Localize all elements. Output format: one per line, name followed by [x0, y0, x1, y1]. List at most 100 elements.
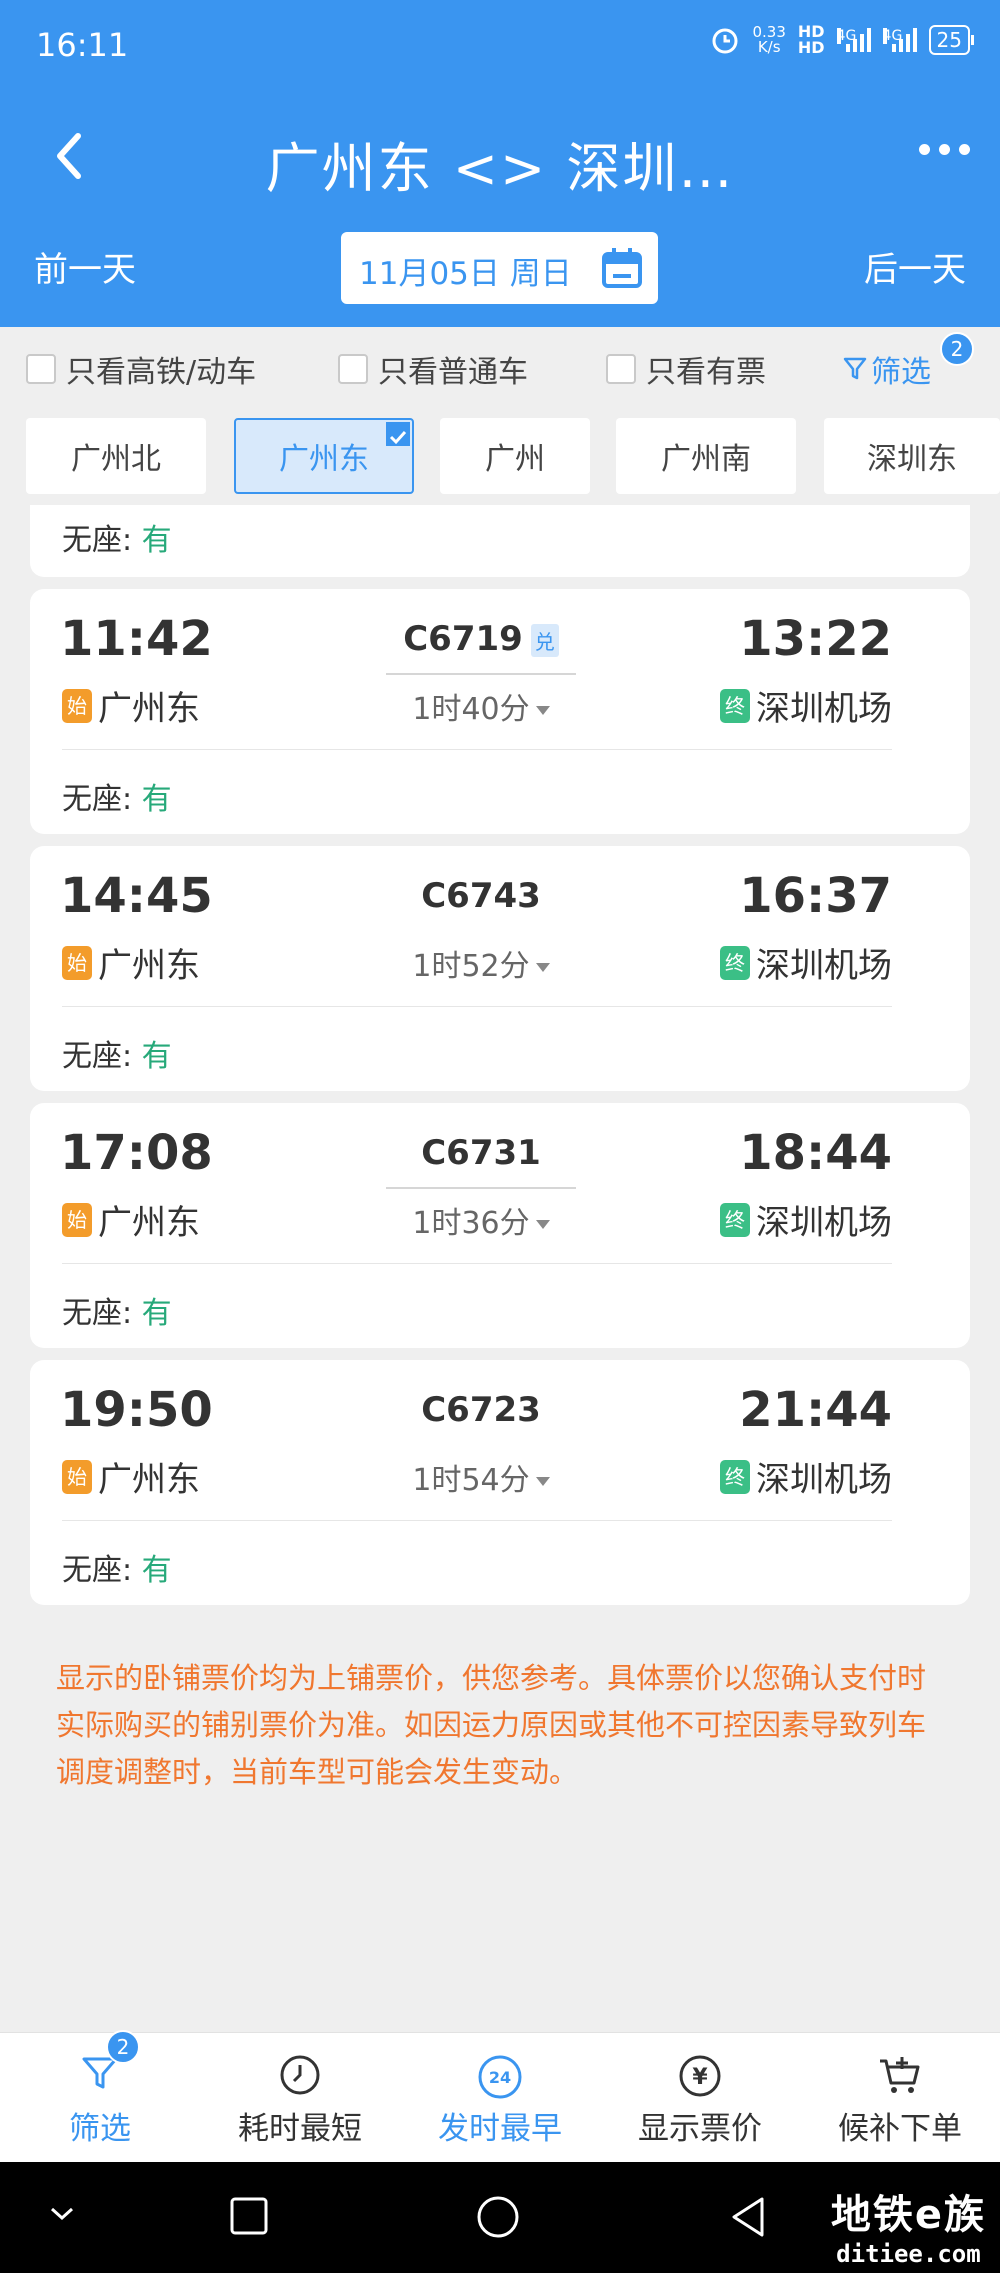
duration-text: 1时54分	[412, 1463, 530, 1498]
arrival-station-name: 深圳机场	[756, 689, 892, 729]
start-tag: 始	[62, 1202, 92, 1237]
status-time: 16:11	[36, 26, 129, 64]
end-tag: 终	[720, 1202, 750, 1237]
status-icons: 0.33 K/s HD HD 4G 4G 25	[710, 24, 975, 56]
network-type-1: 4G	[836, 28, 857, 44]
bottom-toolbar: 筛选 耗时最短 24 发时最早 ¥ 显示票价 候补下单	[0, 2032, 1000, 2163]
seat-availability: 有	[141, 523, 172, 558]
divider	[62, 1520, 892, 1521]
start-tag: 始	[62, 688, 92, 723]
departure-station: 始广州东	[62, 1195, 200, 1244]
net-speed: 0.33 K/s	[752, 25, 785, 55]
chevron-down-icon	[535, 1477, 550, 1486]
yen-text: ¥	[692, 2065, 708, 2090]
filter-count-badge: 2	[940, 332, 974, 366]
seat-row: 无座: 有	[62, 774, 172, 818]
checkbox-box[interactable]	[606, 354, 636, 384]
departure-time: 14:45	[60, 868, 213, 924]
earliest-departure-button[interactable]: 24 发时最早	[400, 2033, 600, 2163]
page-title: 广州东 <> 深圳…	[265, 137, 735, 200]
normal-train-only-checkbox[interactable]: 只看普通车	[338, 347, 528, 391]
train-card[interactable]: 19:50 始广州东 C6723 1时54分 21:44 终深圳机场 无座: 有	[30, 1360, 970, 1605]
train-number-text: C6719	[403, 619, 523, 659]
net-speed-unit: K/s	[757, 38, 781, 56]
arrival-station-name: 深圳机场	[756, 1203, 892, 1243]
seat-availability: 有	[141, 782, 172, 817]
end-tag: 终	[720, 1459, 750, 1494]
train-number[interactable]: C6743	[386, 876, 576, 916]
arrival-station: 终深圳机场	[720, 938, 892, 987]
recent-apps-icon[interactable]	[229, 2196, 269, 2236]
divider	[62, 749, 892, 750]
train-card[interactable]: 11:42 始广州东 C6719 兑 1时40分 13:22 终深圳机场 无座: …	[30, 589, 970, 834]
chevron-down-icon	[535, 963, 550, 972]
train-card-partial[interactable]: 无座: 有	[30, 505, 970, 577]
station-tab[interactable]: 广州南	[616, 418, 796, 494]
toolbar-filter-button[interactable]: 筛选	[0, 2033, 200, 2163]
network-type-2: 4G	[882, 28, 903, 44]
back-triangle-icon[interactable]	[728, 2195, 768, 2239]
header: 16:11 0.33 K/s HD HD 4G 4G 25 广州东 <> 深圳… 前…	[0, 0, 1000, 327]
checkbox-box[interactable]	[26, 354, 56, 384]
station-tab[interactable]: 广州北	[26, 418, 206, 494]
filter-row: 只看高铁/动车 只看普通车 只看有票 筛选	[0, 327, 1000, 407]
chevron-down-icon	[535, 1220, 550, 1229]
divider	[62, 1263, 892, 1264]
alarm-icon	[710, 25, 740, 55]
start-tag: 始	[62, 945, 92, 980]
yen-icon: ¥	[677, 2053, 723, 2107]
show-price-button[interactable]: ¥ 显示票价	[600, 2033, 800, 2163]
station-tabs: 广州北 广州东 广州 广州南 深圳东	[0, 418, 1000, 494]
fare-notice: 显示的卧铺票价均为上铺票价，供您参考。具体票价以您确认支付时实际购买的铺别票价为…	[56, 1661, 927, 1789]
duration-text: 1时52分	[412, 949, 530, 984]
next-day-button[interactable]: 后一天	[864, 242, 966, 291]
checkbox-box[interactable]	[338, 354, 368, 384]
departure-station: 始广州东	[62, 681, 200, 730]
seat-availability: 有	[141, 1296, 172, 1331]
exchange-tag: 兑	[530, 624, 559, 657]
waitlist-order-button[interactable]: 候补下单	[800, 2033, 1000, 2163]
toolbar-label: 候补下单	[838, 2111, 962, 2147]
train-number[interactable]: C6731	[386, 1133, 576, 1173]
train-card[interactable]: 14:45 始广州东 C6743 1时52分 16:37 终深圳机场 无座: 有	[30, 846, 970, 1091]
has-ticket-only-checkbox[interactable]: 只看有票	[606, 347, 766, 391]
signal-icon-1: 4G	[836, 28, 871, 52]
train-number[interactable]: C6723	[386, 1390, 576, 1430]
duration[interactable]: 1时40分	[386, 684, 576, 728]
arrival-station-name: 深圳机场	[756, 1460, 892, 1500]
train-number-text: C6743	[421, 876, 541, 916]
home-icon[interactable]	[476, 2195, 520, 2239]
date-picker[interactable]: 11月05日 周日	[341, 232, 658, 304]
departure-station: 始广州东	[62, 1452, 200, 1501]
prev-day-button[interactable]: 前一天	[34, 242, 136, 291]
seat-label: 无座:	[62, 782, 133, 817]
filter-button[interactable]: 筛选	[843, 347, 931, 391]
clock-24-text: 24	[489, 2068, 511, 2087]
nav-bar: 广州东 <> 深圳…	[0, 108, 1000, 208]
train-number[interactable]: C6719 兑	[386, 619, 576, 659]
station-tab[interactable]: 广州	[440, 418, 590, 494]
station-tab-selected[interactable]: 广州东	[234, 418, 414, 494]
route-line	[386, 1187, 576, 1189]
toolbar-label: 筛选	[69, 2111, 131, 2147]
duration[interactable]: 1时36分	[386, 1198, 576, 1242]
arrival-station: 终深圳机场	[720, 1452, 892, 1501]
arrival-station-name: 深圳机场	[756, 946, 892, 986]
duration[interactable]: 1时54分	[386, 1455, 576, 1499]
train-card[interactable]: 17:08 始广州东 C6731 1时36分 18:44 终深圳机场 无座: 有	[30, 1103, 970, 1348]
shortest-time-button[interactable]: 耗时最短	[200, 2033, 400, 2163]
route-line	[386, 673, 576, 675]
more-button[interactable]	[919, 144, 970, 155]
arrival-time: 18:44	[739, 1125, 892, 1181]
high-speed-only-checkbox[interactable]: 只看高铁/动车	[26, 347, 256, 391]
seat-row: 无座: 有	[62, 1288, 172, 1332]
checkmark-icon	[386, 422, 410, 446]
departure-station-name: 广州东	[98, 689, 200, 729]
filter-label: 筛选	[871, 355, 931, 390]
duration[interactable]: 1时52分	[386, 941, 576, 985]
dot-icon	[939, 144, 950, 155]
calendar-icon	[600, 246, 644, 294]
station-tab[interactable]: 深圳东	[824, 418, 1000, 494]
seat-availability: 有	[141, 1039, 172, 1074]
chevron-down-icon[interactable]	[48, 2204, 76, 2224]
